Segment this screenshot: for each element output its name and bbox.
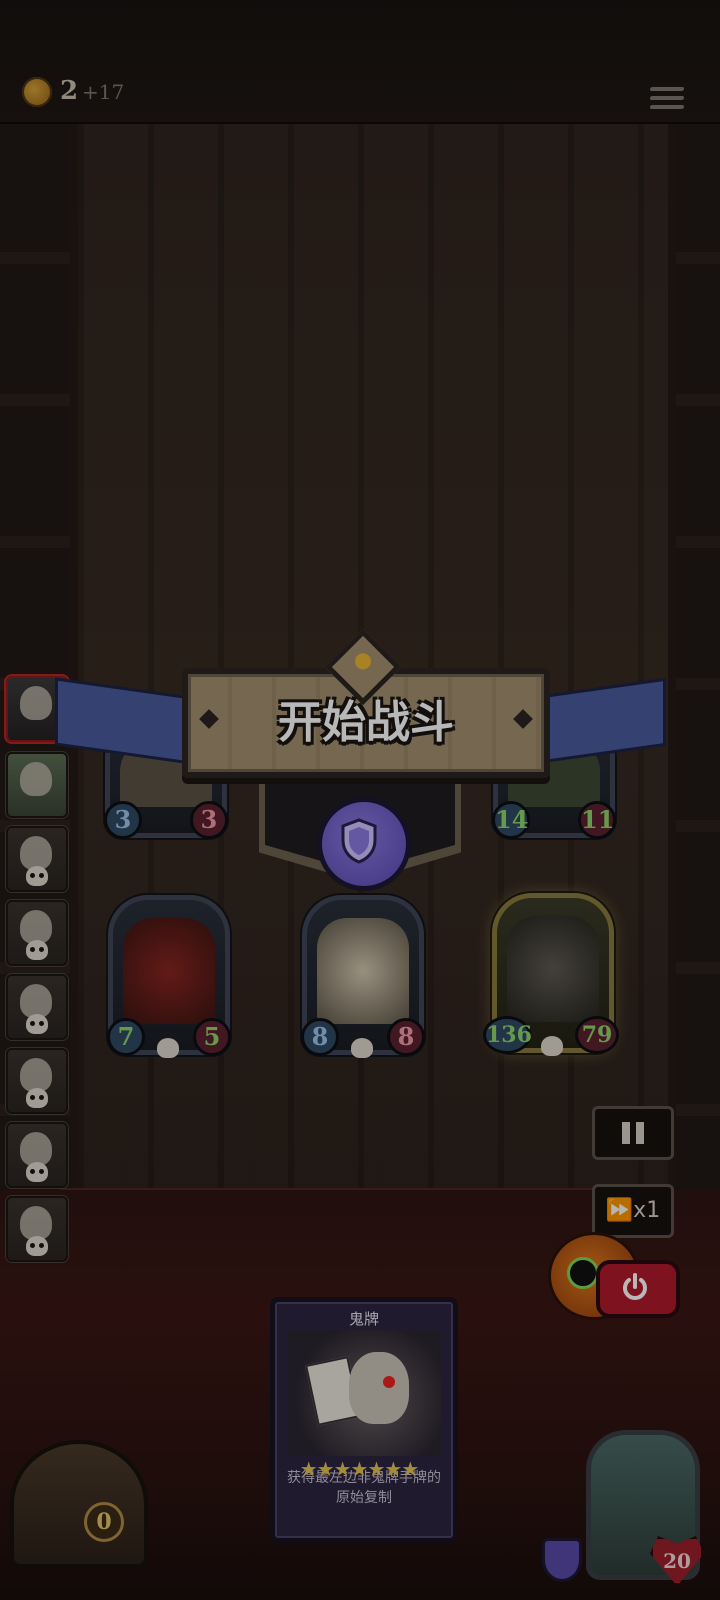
- enemy-face-icon: [20, 1132, 52, 1166]
- board-card[interactable]: 7 5: [107, 895, 231, 1058]
- power-icon: [623, 1273, 647, 1300]
- opponent-portrait-defeated[interactable]: [6, 1048, 68, 1114]
- opponent-portrait-defeated[interactable]: [6, 1122, 68, 1188]
- card-attack: 3: [104, 801, 142, 839]
- opponent-portrait-defeated[interactable]: [6, 826, 68, 892]
- top-bar: 2 +17: [0, 0, 720, 124]
- skull-icon: [26, 1014, 48, 1034]
- hand-card-name: 鬼牌: [348, 1310, 379, 1328]
- card-art: [123, 918, 215, 1024]
- enemy-face-icon: [20, 762, 52, 796]
- skull-icon: [541, 1036, 563, 1056]
- skull-mask-icon: [349, 1352, 409, 1424]
- pause-button[interactable]: [592, 1106, 674, 1160]
- board-card-golden[interactable]: 136 79: [483, 893, 619, 1056]
- card-attack: 7: [107, 1018, 145, 1056]
- skull-icon: [351, 1038, 373, 1058]
- red-eye-icon: [383, 1376, 395, 1388]
- shield-icon: [317, 797, 411, 891]
- opponent-portrait[interactable]: [6, 752, 68, 818]
- skull-icon: [26, 866, 48, 886]
- coin-count: 2: [60, 76, 79, 106]
- chest-icon[interactable]: [10, 1440, 148, 1568]
- enemy-face-icon: [20, 1058, 52, 1092]
- card-health: 8: [387, 1018, 425, 1056]
- joker-card-art: [287, 1330, 441, 1456]
- card-health: 3: [190, 801, 228, 839]
- enemy-face-icon: [20, 686, 52, 720]
- card-attack: 14: [492, 801, 530, 839]
- skull-icon: [26, 940, 48, 960]
- board-card[interactable]: 8 8: [301, 895, 425, 1058]
- opponent-portrait-defeated[interactable]: [6, 1196, 68, 1262]
- enemy-face-icon: [20, 984, 52, 1018]
- opponent-portrait-defeated[interactable]: [6, 900, 68, 966]
- card-art: [317, 918, 409, 1024]
- hand-card[interactable]: 鬼牌 获得最左边非鬼牌手牌的原始复制: [270, 1297, 458, 1543]
- card-attack: 8: [301, 1018, 339, 1056]
- coin-icon: [22, 77, 52, 107]
- card-attack: 136: [483, 1016, 532, 1054]
- hamburger-menu-icon[interactable]: [649, 82, 685, 116]
- card-health: 11: [578, 801, 616, 839]
- hero-shield-icon: [542, 1538, 582, 1582]
- pause-icon: [622, 1122, 630, 1144]
- card-art: [507, 916, 599, 1022]
- skull-icon: [26, 1162, 48, 1182]
- star-rating: ★★★★★★★: [299, 1457, 420, 1481]
- skull-icon: [26, 1236, 48, 1256]
- enemy-face-icon: [20, 1206, 52, 1240]
- enemy-face-icon: [20, 836, 52, 870]
- card-health: 79: [575, 1016, 619, 1054]
- skull-icon: [26, 1088, 48, 1108]
- opponent-portrait-defeated[interactable]: [6, 974, 68, 1040]
- chest-count: 0: [84, 1502, 124, 1542]
- eye-icon: [567, 1257, 599, 1289]
- card-health: 5: [193, 1018, 231, 1056]
- pause-icon: [636, 1122, 644, 1144]
- start-battle-title: 开始战斗: [278, 697, 454, 748]
- coin-gain: +17: [82, 80, 125, 104]
- skull-icon: [157, 1038, 179, 1058]
- enemy-face-icon: [20, 910, 52, 944]
- end-turn-power-button[interactable]: [596, 1260, 680, 1318]
- speed-button[interactable]: ⏩x1: [592, 1184, 674, 1238]
